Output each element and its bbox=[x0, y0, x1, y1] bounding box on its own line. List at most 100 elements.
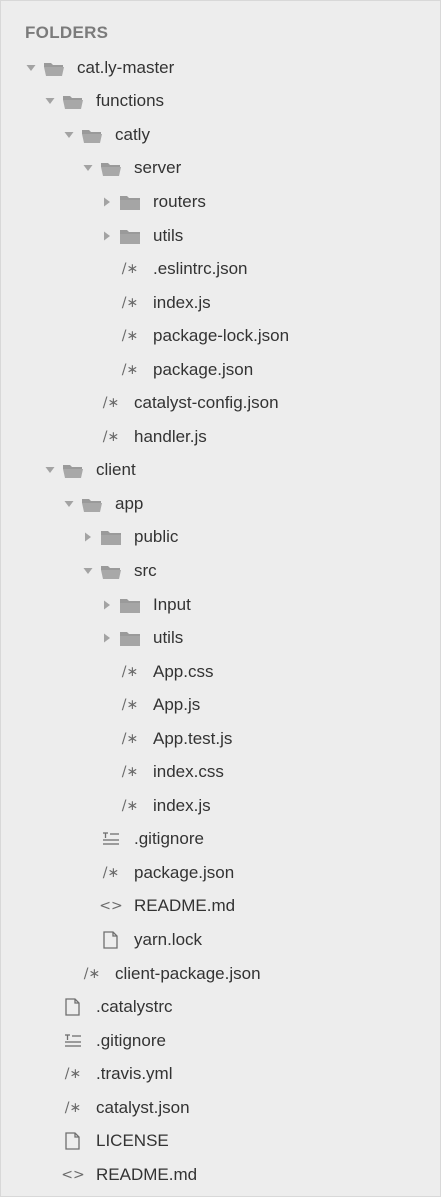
tree-file-row[interactable]: /∗ client-package.json bbox=[1, 957, 441, 991]
tree-item-label: catly bbox=[115, 124, 150, 144]
chevron-down-icon[interactable] bbox=[25, 62, 37, 74]
tree-item-label: index.js bbox=[153, 292, 211, 312]
folder-open-icon bbox=[43, 59, 65, 77]
blank-file-icon bbox=[100, 931, 122, 949]
tree-folder-row[interactable]: catly bbox=[1, 118, 441, 152]
code-comment-icon: /∗ bbox=[119, 663, 141, 681]
code-comment-icon: /∗ bbox=[119, 260, 141, 278]
tree-folder-row[interactable]: utils bbox=[1, 219, 441, 253]
folder-closed-icon bbox=[100, 528, 122, 546]
tree-file-row[interactable]: /∗ catalyst-config.json bbox=[1, 386, 441, 420]
tree-item-label: .gitignore bbox=[134, 829, 204, 849]
tree-file-row[interactable]: .catalystrc bbox=[1, 990, 441, 1024]
chevron-right-icon[interactable] bbox=[101, 196, 113, 208]
icon-glyph: /∗ bbox=[64, 1066, 82, 1083]
tree-file-row[interactable]: /∗ App.test.js bbox=[1, 722, 441, 756]
folder-open-icon bbox=[81, 495, 103, 513]
icon-glyph: /∗ bbox=[83, 965, 101, 982]
chevron-down-icon[interactable] bbox=[82, 162, 94, 174]
folder-closed-icon bbox=[119, 596, 141, 614]
folders-header: FOLDERS bbox=[25, 23, 109, 42]
tree-file-row[interactable]: yarn.lock bbox=[1, 923, 441, 957]
tree-item-label: .gitignore bbox=[96, 1030, 166, 1050]
chevron-down-icon[interactable] bbox=[63, 129, 75, 141]
code-brackets-icon: <> bbox=[61, 1166, 84, 1184]
blank-file-icon bbox=[62, 1132, 84, 1150]
tree-item-label: package.json bbox=[134, 862, 235, 882]
tree-folder-row[interactable]: src bbox=[1, 554, 441, 588]
tree-file-row[interactable]: /∗ App.css bbox=[1, 655, 441, 689]
tree-folder-row[interactable]: client bbox=[1, 454, 441, 488]
tree-item-label: src bbox=[134, 560, 157, 580]
tree-file-row[interactable]: /∗ catalyst.json bbox=[1, 1091, 441, 1125]
tree-item-label: README.md bbox=[96, 1164, 198, 1184]
tree-folder-row[interactable]: Input bbox=[1, 588, 441, 622]
chevron-right-icon[interactable] bbox=[101, 230, 113, 242]
tree-file-row[interactable]: <> README.md bbox=[1, 890, 441, 924]
tree-file-row[interactable]: <> README.md bbox=[1, 1158, 441, 1192]
code-comment-icon: /∗ bbox=[119, 797, 141, 815]
folder-closed-icon bbox=[119, 193, 141, 211]
chevron-down-icon[interactable] bbox=[82, 565, 94, 577]
tree-item-label: LICENSE bbox=[96, 1131, 169, 1151]
tree-file-row[interactable]: /∗ package.json bbox=[1, 353, 441, 387]
code-comment-icon: /∗ bbox=[62, 1099, 84, 1117]
tree-file-row[interactable]: /∗ App.js bbox=[1, 688, 441, 722]
tree-file-row[interactable]: /∗ .travis.yml bbox=[1, 1057, 441, 1091]
tree-item-label: App.css bbox=[153, 661, 214, 681]
text-lines-icon bbox=[62, 1032, 84, 1050]
tree-item-label: index.js bbox=[153, 795, 211, 815]
chevron-down-icon[interactable] bbox=[44, 95, 56, 107]
blank-file-icon bbox=[62, 998, 84, 1016]
tree-file-row[interactable]: .gitignore bbox=[1, 823, 441, 857]
code-comment-icon: /∗ bbox=[119, 730, 141, 748]
tree-item-label: catalyst.json bbox=[96, 1097, 190, 1117]
code-comment-icon: /∗ bbox=[100, 864, 122, 882]
tree-item-label: App.test.js bbox=[153, 728, 233, 748]
tree-item-label: Input bbox=[153, 594, 191, 614]
code-brackets-icon: <> bbox=[99, 897, 122, 915]
tree-item-label: yarn.lock bbox=[134, 929, 203, 949]
icon-glyph: /∗ bbox=[64, 1099, 82, 1116]
tree-item-label: README.md bbox=[134, 896, 236, 916]
tree-file-row[interactable]: /∗ package.json bbox=[1, 856, 441, 890]
chevron-right-icon[interactable] bbox=[101, 599, 113, 611]
code-comment-icon: /∗ bbox=[100, 394, 122, 412]
tree-file-row[interactable]: /∗ index.js bbox=[1, 789, 441, 823]
tree-item-label: server bbox=[134, 158, 182, 178]
icon-glyph: /∗ bbox=[121, 697, 139, 714]
icon-glyph: /∗ bbox=[121, 764, 139, 781]
icon-glyph: /∗ bbox=[121, 294, 139, 311]
tree-item-label: index.css bbox=[153, 762, 224, 782]
tree-file-row[interactable]: /∗ package-lock.json bbox=[1, 319, 441, 353]
code-comment-icon: /∗ bbox=[119, 361, 141, 379]
tree-file-row[interactable]: /∗ .eslintrc.json bbox=[1, 252, 441, 286]
tree-item-label: handler.js bbox=[134, 426, 207, 446]
tree-folder-row[interactable]: server bbox=[1, 152, 441, 186]
tree-folder-row[interactable]: cat.ly-master bbox=[1, 51, 441, 85]
chevron-right-icon[interactable] bbox=[82, 531, 94, 543]
tree-item-label: app bbox=[115, 493, 144, 513]
icon-glyph: /∗ bbox=[102, 864, 120, 881]
tree-file-row[interactable]: .gitignore bbox=[1, 1024, 441, 1058]
sidebar-panel: FOLDERS cat.ly-master functions catly serve… bbox=[0, 0, 441, 1197]
chevron-right-icon[interactable] bbox=[101, 632, 113, 644]
tree-folder-row[interactable]: utils bbox=[1, 621, 441, 655]
icon-glyph: /∗ bbox=[121, 328, 139, 345]
folder-open-icon bbox=[100, 159, 122, 177]
tree-file-row[interactable]: /∗ index.css bbox=[1, 755, 441, 789]
tree-folder-row[interactable]: routers bbox=[1, 185, 441, 219]
tree-folder-row[interactable]: app bbox=[1, 487, 441, 521]
tree-file-row[interactable]: /∗ handler.js bbox=[1, 420, 441, 454]
tree-folder-row[interactable]: functions bbox=[1, 85, 441, 119]
text-lines-icon bbox=[100, 830, 122, 848]
tree-folder-row[interactable]: public bbox=[1, 521, 441, 555]
chevron-down-icon[interactable] bbox=[44, 464, 56, 476]
tree-item-label: .catalystrc bbox=[96, 997, 173, 1017]
tree-file-row[interactable]: LICENSE bbox=[1, 1125, 441, 1159]
tree-item-label: App.js bbox=[153, 695, 201, 715]
icon-glyph: /∗ bbox=[121, 797, 139, 814]
tree-file-row[interactable]: /∗ index.js bbox=[1, 286, 441, 320]
code-comment-icon: /∗ bbox=[81, 965, 103, 983]
chevron-down-icon[interactable] bbox=[63, 498, 75, 510]
